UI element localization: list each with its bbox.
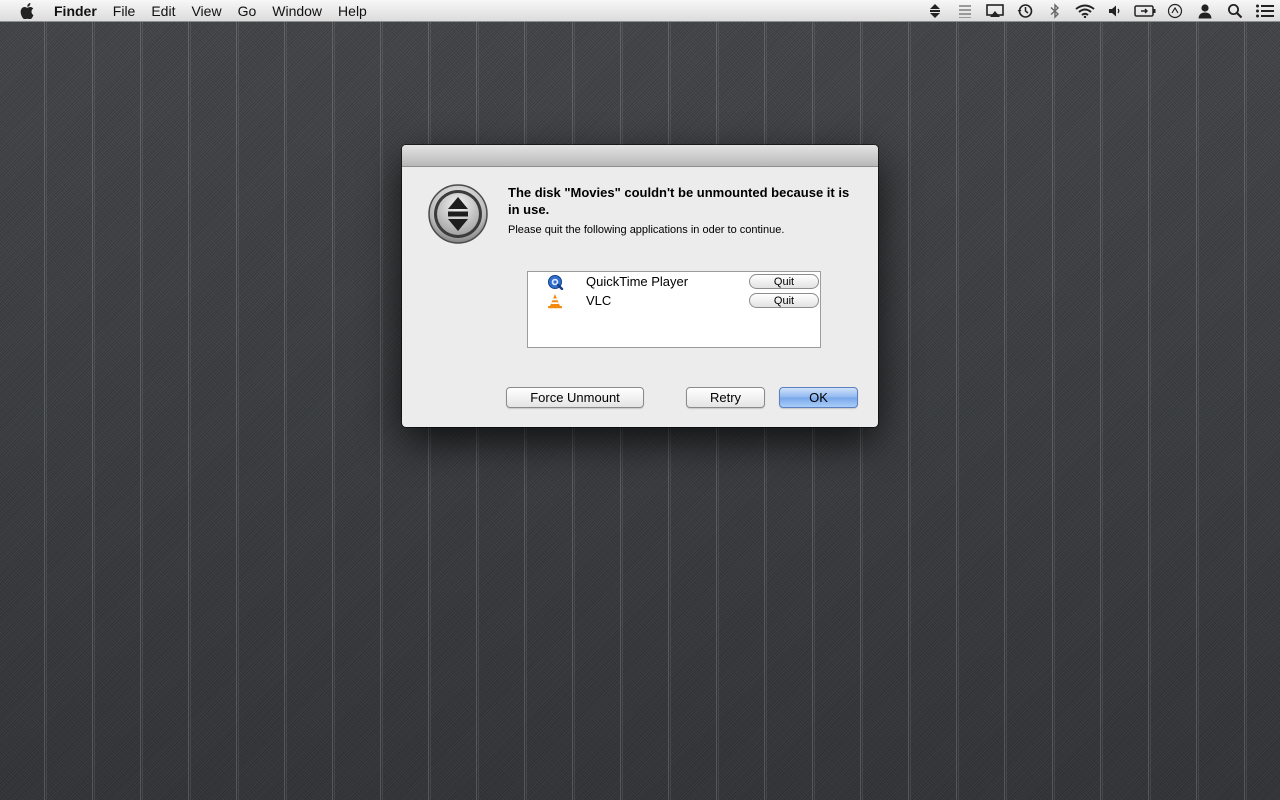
wifi-icon[interactable] bbox=[1074, 0, 1096, 22]
activity-icon[interactable] bbox=[1164, 0, 1186, 22]
ok-button[interactable]: OK bbox=[779, 387, 858, 408]
dialog-title-bar bbox=[402, 145, 878, 167]
menu-view[interactable]: View bbox=[183, 0, 229, 22]
time-machine-icon[interactable] bbox=[1014, 0, 1036, 22]
force-unmount-button[interactable]: Force Unmount bbox=[506, 387, 644, 408]
quicktime-icon bbox=[546, 274, 564, 291]
blocking-apps-list: QuickTime Player Quit VLC Quit bbox=[527, 271, 821, 348]
status-menus bbox=[920, 0, 1280, 22]
notification-center-icon[interactable] bbox=[1254, 0, 1276, 22]
alert-message: The disk "Movies" couldn't be unmounted … bbox=[508, 185, 850, 217]
menu-go[interactable]: Go bbox=[230, 0, 265, 22]
apple-menu-icon[interactable] bbox=[16, 0, 38, 22]
eject-icon[interactable] bbox=[924, 0, 946, 22]
airplay-icon[interactable] bbox=[984, 0, 1006, 22]
quit-quicktime-button[interactable]: Quit bbox=[749, 274, 819, 289]
spotlight-icon[interactable] bbox=[1224, 0, 1246, 22]
quit-vlc-button[interactable]: Quit bbox=[749, 293, 819, 308]
bluetooth-icon[interactable] bbox=[1044, 0, 1066, 22]
app-name: QuickTime Player bbox=[586, 274, 689, 289]
list-item: QuickTime Player Quit bbox=[528, 272, 820, 291]
menu-edit[interactable]: Edit bbox=[143, 0, 183, 22]
eject-disk-icon bbox=[427, 183, 489, 245]
battery-icon[interactable] bbox=[1134, 0, 1156, 22]
input-menu-icon[interactable] bbox=[954, 0, 976, 22]
alert-informative-text: Please quit the following applications i… bbox=[508, 224, 785, 236]
menu-bar: Finder File Edit View Go Window Help bbox=[0, 0, 1280, 22]
retry-button[interactable]: Retry bbox=[686, 387, 765, 408]
menu-help[interactable]: Help bbox=[330, 0, 375, 22]
list-item: VLC Quit bbox=[528, 291, 820, 310]
vlc-icon bbox=[546, 293, 564, 309]
menu-finder[interactable]: Finder bbox=[46, 0, 105, 22]
volume-icon[interactable] bbox=[1104, 0, 1126, 22]
menu-file[interactable]: File bbox=[105, 0, 144, 22]
user-icon[interactable] bbox=[1194, 0, 1216, 22]
unmount-alert-dialog: The disk "Movies" couldn't be unmounted … bbox=[402, 145, 878, 427]
menu-window[interactable]: Window bbox=[264, 0, 330, 22]
app-name: VLC bbox=[586, 293, 612, 308]
